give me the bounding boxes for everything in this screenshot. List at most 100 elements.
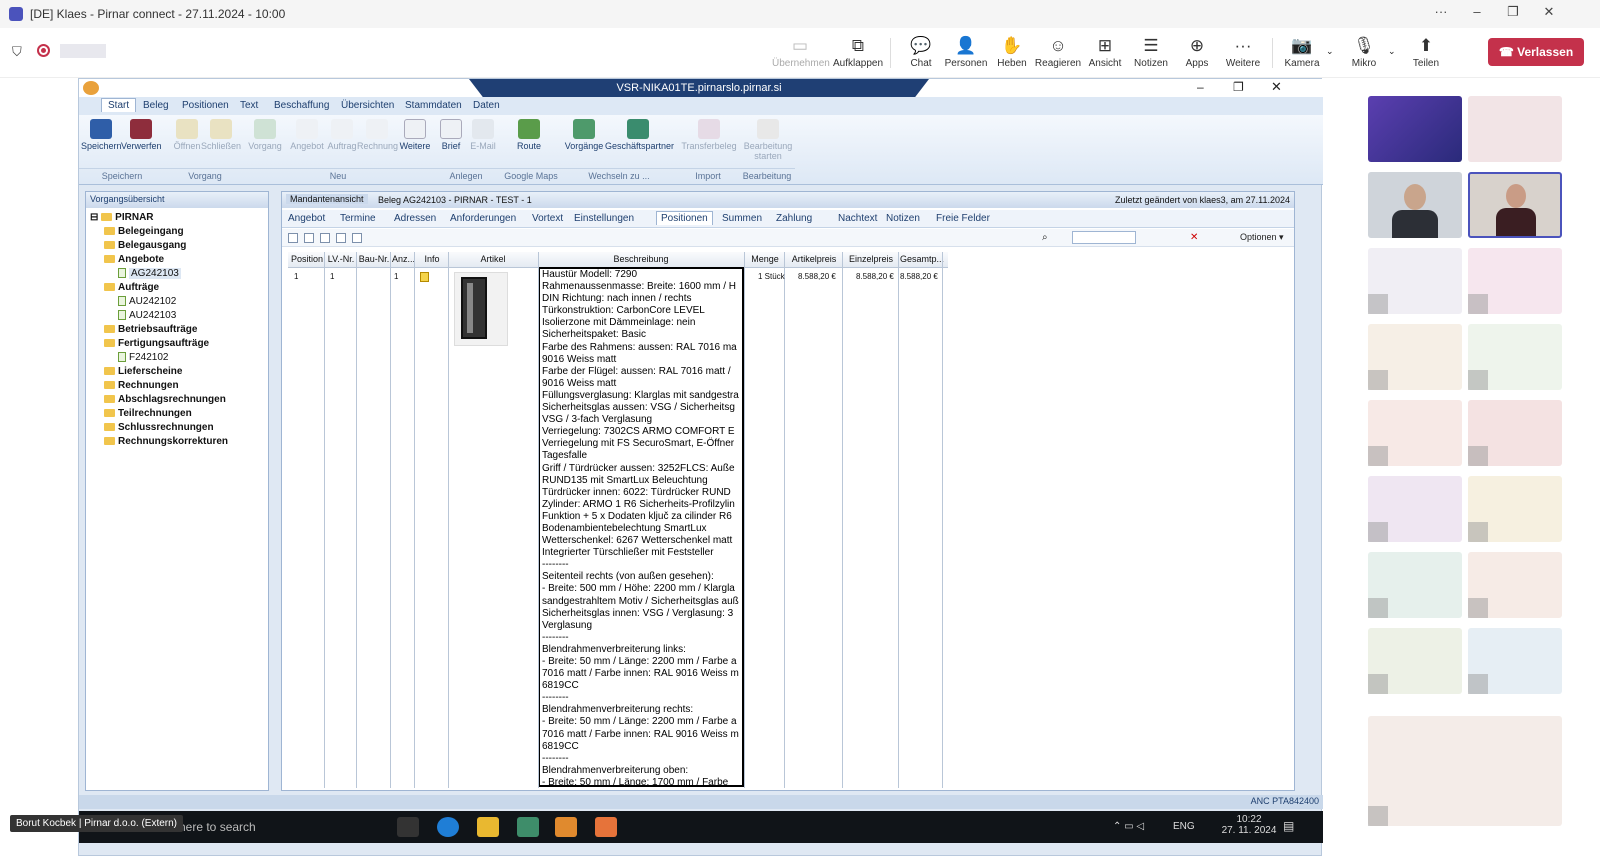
participant-tile[interactable] bbox=[1468, 476, 1562, 542]
tab-einstellungen[interactable]: Einstellungen bbox=[574, 213, 634, 224]
participant-tile[interactable] bbox=[1468, 172, 1562, 238]
more-new-button[interactable]: Weitere bbox=[395, 119, 435, 151]
more-button[interactable]: ··· Weitere bbox=[1215, 34, 1271, 69]
taskbar-search-input[interactable]: here to search bbox=[179, 820, 256, 834]
column-header[interactable]: Gesamtp... bbox=[900, 254, 944, 264]
more-options-icon[interactable]: ··· bbox=[1426, 4, 1456, 24]
column-header[interactable]: LV.-Nr. bbox=[326, 254, 356, 264]
participant-tile[interactable] bbox=[1368, 628, 1462, 694]
popout-button[interactable]: ⧉ Aufklappen bbox=[830, 34, 886, 69]
task-view-icon[interactable] bbox=[397, 817, 419, 837]
tree-item[interactable]: Rechnungen bbox=[90, 380, 228, 394]
participant-tile[interactable] bbox=[1368, 248, 1462, 314]
tab-termine[interactable]: Termine bbox=[340, 213, 376, 224]
tree-item[interactable]: Betriebsaufträge bbox=[90, 324, 228, 338]
participant-tile[interactable] bbox=[1468, 96, 1562, 162]
tab-angebot[interactable]: Angebot bbox=[288, 213, 325, 224]
leave-button[interactable]: ☎ Verlassen bbox=[1488, 38, 1584, 66]
description-cell[interactable]: Haustür Modell: 7290 Rahmenaussenmasse: B… bbox=[538, 267, 744, 787]
notification-icon[interactable]: ▤ bbox=[1283, 819, 1294, 833]
tree-item[interactable]: Belegausgang bbox=[90, 240, 228, 254]
tab-positionen[interactable]: Positionen bbox=[656, 211, 713, 225]
tree-item[interactable]: Teilrechnungen bbox=[90, 408, 228, 422]
tree-root[interactable]: ⊟ PIRNAR bbox=[90, 212, 228, 226]
participant-tile[interactable] bbox=[1368, 716, 1562, 826]
tree-item[interactable]: Aufträge bbox=[90, 282, 228, 296]
edit-icon[interactable] bbox=[336, 233, 346, 243]
column-header[interactable]: Einzelpreis bbox=[844, 254, 898, 264]
edit-icon[interactable] bbox=[288, 233, 298, 243]
app-icon[interactable] bbox=[517, 817, 539, 837]
participant-tile[interactable] bbox=[1368, 172, 1462, 238]
tree-item[interactable]: Lieferscheine bbox=[90, 366, 228, 380]
cell-einzelpreis[interactable]: 8.588,20 € bbox=[856, 272, 894, 281]
close-button[interactable]: ✕ bbox=[1534, 4, 1564, 24]
tab-anforderungen[interactable]: Anforderungen bbox=[450, 213, 516, 224]
tree-item[interactable]: AG242103 bbox=[90, 268, 228, 282]
menu-uebersichten[interactable]: Übersichten bbox=[341, 100, 394, 111]
new-order-button[interactable]: Auftrag bbox=[322, 119, 362, 151]
participant-tile[interactable] bbox=[1468, 248, 1562, 314]
edge-icon[interactable] bbox=[437, 817, 459, 837]
mic-options-chevron-icon[interactable]: ⌄ bbox=[1388, 46, 1396, 57]
tab-nachtext[interactable]: Nachtext bbox=[838, 213, 877, 224]
column-header[interactable]: Info bbox=[416, 254, 448, 264]
tree-item[interactable]: Schlussrechnungen bbox=[90, 422, 228, 436]
close-vorgang-button[interactable]: Schließen bbox=[201, 119, 241, 151]
cell-gesamtpreis[interactable]: 8.588,20 € bbox=[900, 272, 938, 281]
transfer-button[interactable]: Transferbeleg bbox=[681, 119, 737, 151]
participant-tile[interactable] bbox=[1468, 628, 1562, 694]
tree-item[interactable]: AU242102 bbox=[90, 296, 228, 310]
camera-options-chevron-icon[interactable]: ⌄ bbox=[1326, 46, 1334, 57]
participant-tile[interactable] bbox=[1368, 96, 1462, 162]
cell-menge[interactable]: 1 Stück bbox=[758, 272, 785, 281]
email-button[interactable]: E-Mail bbox=[463, 119, 503, 151]
tenant-view-tab[interactable]: Mandantenansicht bbox=[286, 194, 368, 204]
tree-item[interactable]: Rechnungskorrekturen bbox=[90, 436, 228, 450]
camera-button[interactable]: 📷 Kamera bbox=[1274, 34, 1330, 69]
clock[interactable]: 10:22 27. 11. 2024 bbox=[1219, 814, 1279, 836]
new-offer-button[interactable]: Angebot bbox=[287, 119, 327, 151]
cell-anz[interactable]: 1 bbox=[394, 272, 398, 281]
language-indicator[interactable]: ENG bbox=[1173, 821, 1195, 832]
tree-item[interactable]: Angebote bbox=[90, 254, 228, 268]
pirnar-app-icon[interactable] bbox=[555, 817, 577, 837]
tab-notizen[interactable]: Notizen bbox=[886, 213, 920, 224]
tab-zahlung[interactable]: Zahlung bbox=[776, 213, 812, 224]
participant-tile[interactable] bbox=[1368, 552, 1462, 618]
menu-beschaffung[interactable]: Beschaffung bbox=[274, 100, 329, 111]
cell-lv[interactable]: 1 bbox=[330, 272, 334, 281]
app-minimize-button[interactable]: – bbox=[1197, 80, 1204, 94]
file-explorer-icon[interactable] bbox=[477, 817, 499, 837]
app-restore-button[interactable]: ❐ bbox=[1233, 80, 1244, 94]
cell-artikelpreis[interactable]: 8.588,20 € bbox=[798, 272, 836, 281]
column-header[interactable]: Artikel bbox=[448, 254, 538, 264]
search-icon[interactable]: ⌕ bbox=[1042, 232, 1048, 243]
start-editing-button[interactable]: Bearbeitung starten bbox=[743, 119, 793, 161]
menu-stammdaten[interactable]: Stammdaten bbox=[405, 100, 462, 111]
save-button[interactable]: Speichern bbox=[81, 119, 122, 151]
minimize-button[interactable]: – bbox=[1462, 4, 1492, 24]
tab-adressen[interactable]: Adressen bbox=[394, 213, 436, 224]
tab-summen[interactable]: Summen bbox=[722, 213, 762, 224]
processes-button[interactable]: Vorgänge bbox=[563, 119, 605, 151]
tab-vortext[interactable]: Vortext bbox=[532, 213, 563, 224]
restore-button[interactable]: ❐ bbox=[1498, 4, 1528, 24]
menu-start[interactable]: Start bbox=[101, 98, 137, 112]
delete-icon[interactable]: ✕ bbox=[1190, 232, 1198, 243]
route-button[interactable]: Route bbox=[509, 119, 549, 151]
participant-tile[interactable] bbox=[1468, 400, 1562, 466]
business-partner-button[interactable]: Geschäftspartner bbox=[605, 119, 674, 151]
participant-tile[interactable] bbox=[1468, 552, 1562, 618]
pirnar-app-icon[interactable] bbox=[595, 817, 617, 837]
participant-tile[interactable] bbox=[1368, 324, 1462, 390]
column-header[interactable]: Beschreibung bbox=[538, 254, 744, 264]
edit-icon[interactable] bbox=[320, 233, 330, 243]
menu-beleg[interactable]: Beleg bbox=[143, 100, 169, 111]
menu-positionen[interactable]: Positionen bbox=[182, 100, 229, 111]
new-invoice-button[interactable]: Rechnung bbox=[357, 119, 398, 151]
tree-item[interactable]: F242102 bbox=[90, 352, 228, 366]
participant-tile[interactable] bbox=[1368, 400, 1462, 466]
column-header[interactable]: Artikelpreis bbox=[786, 254, 842, 264]
edit-icon[interactable] bbox=[304, 233, 314, 243]
